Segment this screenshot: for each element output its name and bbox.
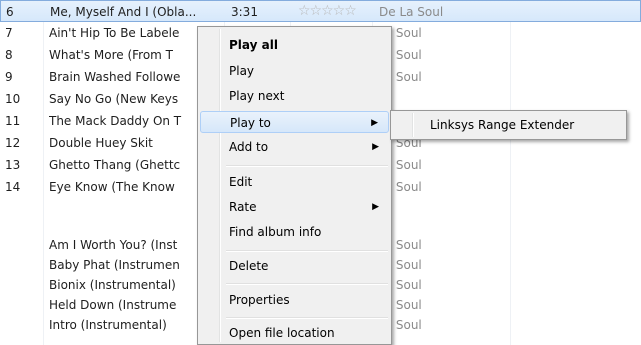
track-number: 10 (5, 92, 21, 106)
track-artist: La Soul (378, 158, 422, 172)
menu-item-label: Play to (230, 116, 271, 130)
menu-item-add-to[interactable]: Add to ▶ (200, 136, 389, 158)
menu-item-label: Properties (229, 293, 290, 307)
track-artist: La Soul (378, 180, 422, 194)
menu-item-rate[interactable]: Rate ▶ (200, 196, 389, 218)
track-title: Baby Phat (Instrumen (49, 258, 180, 272)
track-title: Me, Myself And I (Obla... (50, 5, 196, 19)
track-number: 7 (5, 26, 13, 40)
chevron-right-icon: ▶ (372, 142, 379, 152)
track-title: Eye Know (The Know (49, 180, 175, 194)
track-number: 9 (5, 70, 13, 84)
track-title: Double Huey Skit (49, 136, 153, 150)
menu-separator (226, 317, 388, 319)
menu-item-label: Play next (229, 89, 285, 103)
menu-item-edit[interactable]: Edit (200, 171, 389, 193)
track-title: Am I Worth You? (Inst (49, 238, 178, 252)
track-number: 11 (5, 114, 21, 128)
menu-separator (226, 283, 388, 285)
track-title: Say No Go (New Keys (49, 92, 179, 106)
chevron-right-icon: ▶ (371, 118, 378, 128)
track-duration: 3:31 (231, 5, 258, 19)
menu-item-label: Delete (229, 259, 269, 273)
track-artist: La Soul (378, 278, 422, 292)
rating-stars-icon[interactable]: ☆☆☆☆☆ (298, 3, 357, 19)
track-artist: La Soul (378, 70, 422, 84)
track-title: What's More (From T (49, 48, 174, 62)
menu-item-linksys-range-extender[interactable]: Linksys Range Extender (393, 114, 624, 136)
track-number: 12 (5, 136, 21, 150)
track-title: Bionix (Instrumental) (49, 278, 176, 292)
track-title: Held Down (Instrume (49, 298, 177, 312)
track-artist: La Soul (378, 238, 422, 252)
menu-item-properties[interactable]: Properties (200, 289, 389, 311)
track-number: 8 (5, 48, 13, 62)
track-artist: La Soul (378, 48, 422, 62)
track-title: Intro (Instrumental) (49, 318, 167, 332)
menu-separator (226, 250, 388, 252)
track-number: 13 (5, 158, 21, 172)
menu-item-label: Open file location (229, 326, 335, 340)
context-menu: Play all Play Play next Play to ▶ Add to… (197, 26, 392, 345)
menu-item-play-next[interactable]: Play next (200, 85, 389, 107)
media-player-window: 6 Me, Myself And I (Obla... 3:31 ☆☆☆☆☆ D… (0, 0, 641, 345)
track-row-selected[interactable]: 6 Me, Myself And I (Obla... 3:31 ☆☆☆☆☆ D… (0, 0, 641, 22)
play-to-submenu: Linksys Range Extender (390, 110, 627, 140)
menu-item-play-to[interactable]: Play to ▶ (200, 111, 389, 133)
menu-item-label: Rate (229, 200, 257, 214)
menu-item-find-album-info[interactable]: Find album info (200, 221, 389, 243)
track-artist: La Soul (378, 298, 422, 312)
track-artist: De La Soul (379, 5, 444, 19)
track-title: Brain Washed Followe (49, 70, 181, 84)
menu-item-label: Play all (229, 38, 278, 52)
track-title: Ain't Hip To Be Labele (49, 26, 180, 40)
menu-item-label: Add to (229, 140, 269, 154)
menu-item-open-file-location[interactable]: Open file location (200, 322, 389, 344)
track-artist: La Soul (378, 258, 422, 272)
menu-item-play-all[interactable]: Play all (200, 34, 389, 56)
menu-item-play[interactable]: Play (200, 60, 389, 82)
chevron-right-icon: ▶ (372, 202, 379, 212)
track-title: Ghetto Thang (Ghettc (49, 158, 181, 172)
track-title: The Mack Daddy On T (49, 114, 182, 128)
menu-item-delete[interactable]: Delete (200, 255, 389, 277)
track-number: 14 (5, 180, 21, 194)
menu-item-label: Find album info (229, 225, 322, 239)
menu-separator (226, 165, 388, 167)
track-artist: La Soul (378, 26, 422, 40)
menu-item-label: Linksys Range Extender (430, 118, 575, 132)
track-number: 6 (6, 5, 14, 19)
track-artist: La Soul (378, 318, 422, 332)
menu-item-label: Play (229, 64, 255, 78)
menu-item-label: Edit (229, 175, 253, 189)
